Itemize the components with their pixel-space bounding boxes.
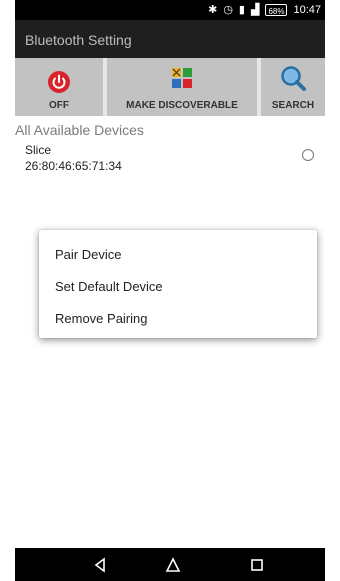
make-discoverable-label: MAKE DISCOVERABLE	[126, 100, 238, 111]
section-title: All Available Devices	[15, 122, 144, 138]
discoverable-grid-icon	[172, 68, 192, 88]
context-menu: Pair Device Set Default Device Remove Pa…	[39, 230, 317, 338]
app-title: Bluetooth Setting	[25, 32, 132, 48]
device-radio-button[interactable]	[302, 149, 314, 161]
sim-icon: ▮	[238, 4, 245, 16]
search-icon	[281, 66, 306, 91]
bluetooth-icon: ✱	[208, 4, 218, 16]
status-bar: ✱ ◷ ▮ ▟ 68% 10:47	[15, 0, 325, 20]
action-bar: OFF MAKE DISCOVERABLE SEARCH	[15, 58, 325, 116]
back-icon[interactable]	[90, 555, 110, 575]
phone-screen: ✱ ◷ ▮ ▟ 68% 10:47 Bluetooth Setting OFF	[15, 0, 325, 581]
make-discoverable-button[interactable]: MAKE DISCOVERABLE	[107, 58, 257, 116]
search-label: SEARCH	[271, 100, 315, 111]
search-button[interactable]: SEARCH	[261, 58, 325, 116]
device-name: Slice	[25, 143, 52, 157]
recent-apps-icon[interactable]	[247, 555, 267, 575]
battery-icon: 68%	[265, 4, 288, 16]
signal-icon: ▟	[250, 4, 260, 16]
set-default-device-item[interactable]: Set Default Device	[55, 279, 163, 294]
device-mac: 26:80:46:65:71:34	[25, 159, 122, 173]
power-icon	[48, 71, 70, 93]
alarm-icon: ◷	[223, 4, 233, 16]
off-button[interactable]: OFF	[15, 58, 103, 116]
off-label: OFF	[49, 100, 69, 111]
navigation-bar	[15, 548, 325, 581]
app-bar: Bluetooth Setting	[15, 20, 325, 58]
home-icon[interactable]	[163, 555, 183, 575]
pair-device-item[interactable]: Pair Device	[55, 247, 121, 262]
device-row[interactable]: Slice 26:80:46:65:71:34	[25, 141, 320, 173]
clock: 10:47	[293, 4, 321, 16]
remove-pairing-item[interactable]: Remove Pairing	[55, 311, 148, 326]
status-icons: ✱ ◷ ▮ ▟ 68% 10:47	[208, 3, 321, 17]
